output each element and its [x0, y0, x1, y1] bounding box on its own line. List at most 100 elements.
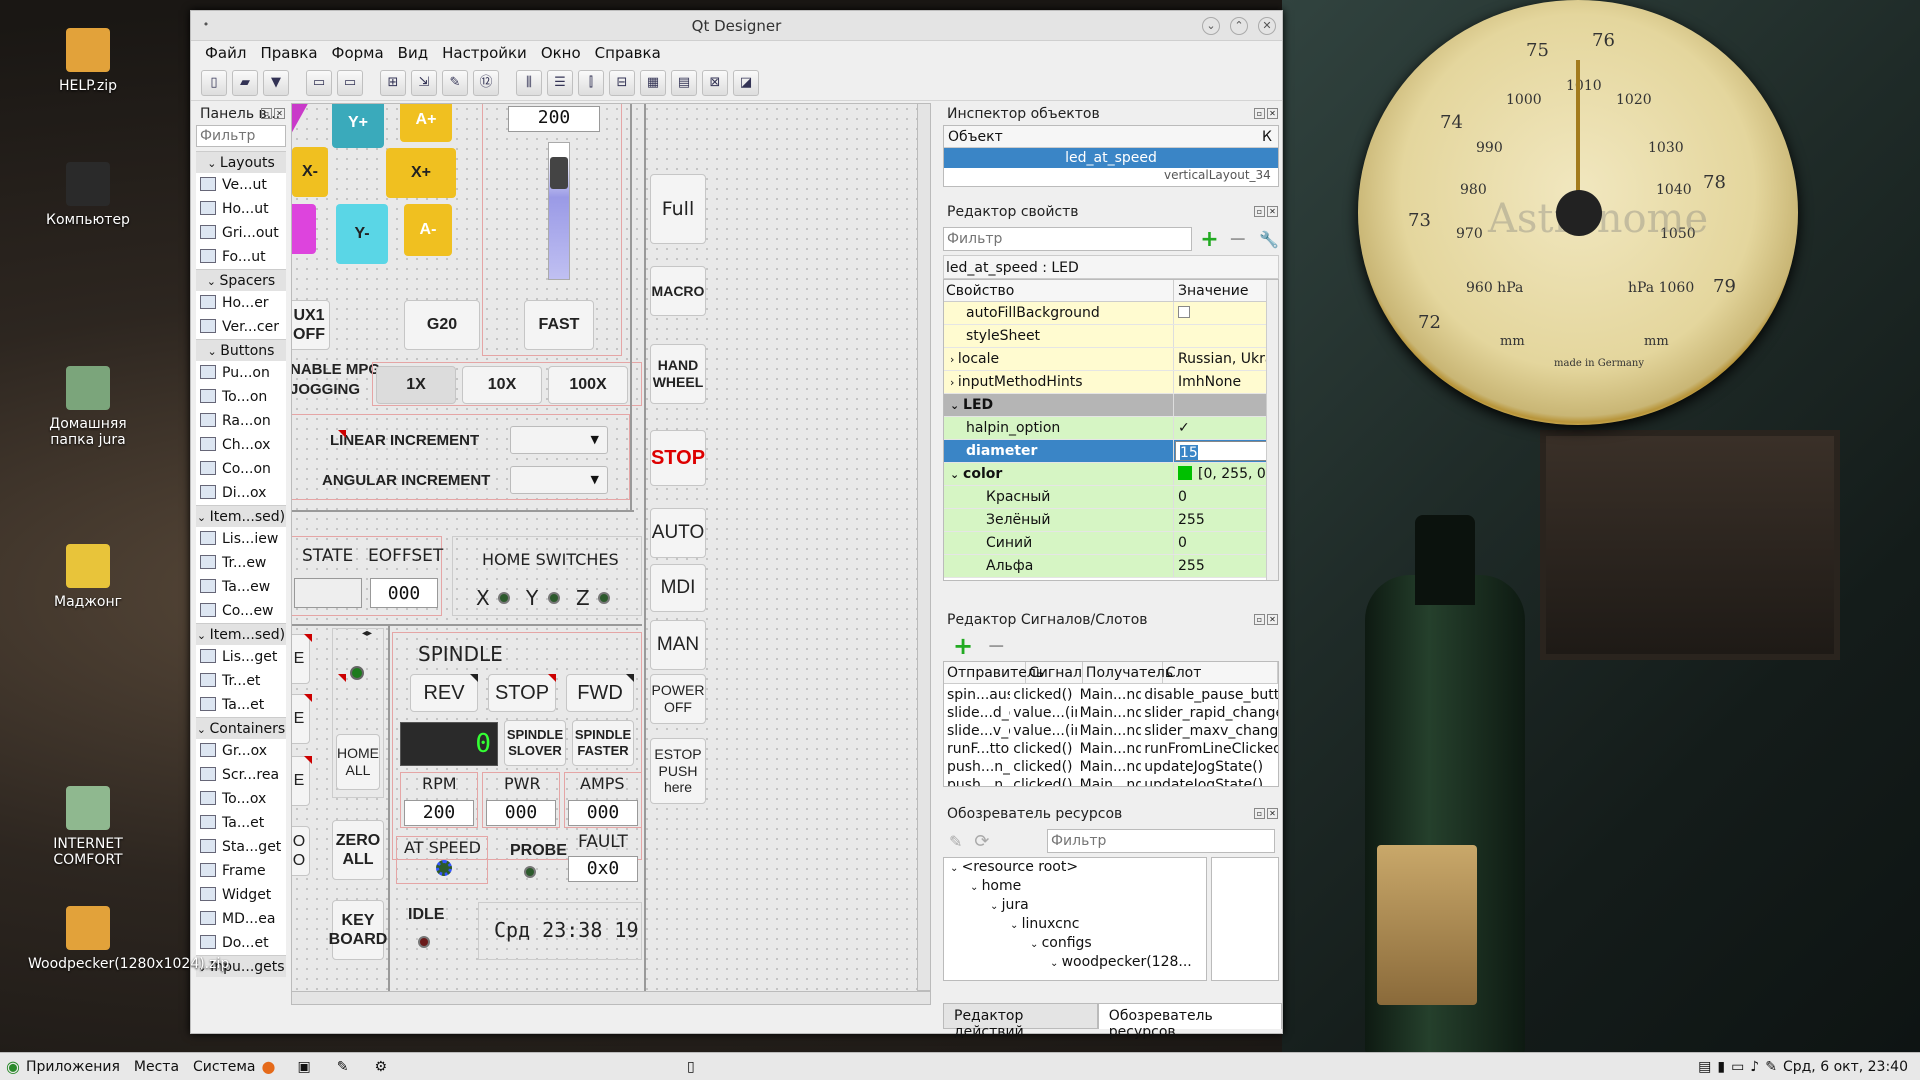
widget-category[interactable]: ⌄ Item...sed)	[196, 505, 286, 527]
speed-slider[interactable]	[548, 142, 570, 280]
signal-col-header[interactable]: Отправитель	[944, 662, 1044, 683]
form-right-button[interactable]: MAN	[650, 620, 706, 670]
menu-item[interactable]: Справка	[595, 44, 661, 62]
widget-filter-input[interactable]	[196, 125, 286, 147]
property-row[interactable]: autoFillBackground	[944, 302, 1278, 325]
title-bar[interactable]: Qt Designer • ⌄ ⌃ ✕	[191, 11, 1282, 41]
resource-tree[interactable]: ⌄ <resource root> ⌄ home ⌄ jura ⌄ linuxcnc ⌄…	[943, 857, 1207, 981]
jog-y-minus-button[interactable]: Y-	[336, 204, 388, 264]
widget-item[interactable]: MD...ea	[196, 907, 286, 931]
widget-item[interactable]: Lis...iew	[196, 527, 286, 551]
widget-item[interactable]: Scr...rea	[196, 763, 286, 787]
widget-item[interactable]: Ta...et	[196, 811, 286, 835]
widget-item[interactable]: To...ox	[196, 787, 286, 811]
layout-horizontal-icon[interactable]: ⫼	[516, 69, 542, 96]
layout-vertical-icon[interactable]: ☰	[547, 69, 573, 96]
widget-item[interactable]: Tr...et	[196, 669, 286, 693]
dock-close-icon[interactable]: ✕	[274, 108, 285, 119]
form-right-button[interactable]: AUTO	[650, 508, 706, 558]
break-layout-icon[interactable]: ⊠	[702, 69, 728, 96]
widget-item[interactable]: Ch...ox	[196, 433, 286, 457]
property-row[interactable]: Альфа 255	[944, 555, 1278, 578]
property-filter-input[interactable]	[943, 227, 1193, 251]
text-editor-icon[interactable]: ✎	[337, 1059, 349, 1075]
keyboard-layout-icon[interactable]: ▤	[1698, 1059, 1711, 1075]
remove-connection-icon[interactable]: −	[987, 634, 1005, 659]
desktop-icon[interactable]: HELP.zip	[28, 28, 148, 94]
linear-increment-combo[interactable]: ▼	[510, 426, 608, 454]
aux1-off-button[interactable]: UX1 OFF	[292, 300, 330, 350]
expand-arrow-icon[interactable]: ›	[950, 353, 958, 366]
left-small-button-4[interactable]: O O	[292, 826, 310, 876]
desktop-icon[interactable]: Домашняя папка jura	[28, 366, 148, 448]
form-right-button[interactable]: MACRO	[650, 266, 706, 316]
zero-all-button[interactable]: ZERO ALL	[332, 820, 384, 880]
bring-front-icon[interactable]: ▭	[337, 69, 363, 96]
form-right-button[interactable]: ESTOP PUSH here	[650, 738, 706, 804]
jog-button-partial[interactable]	[292, 104, 310, 134]
dock-close-icon[interactable]: ✕	[1267, 108, 1278, 119]
resource-tree-item[interactable]: ⌄ linuxcnc	[944, 915, 1206, 934]
widget-item[interactable]: Pu...on	[196, 361, 286, 385]
widget-item[interactable]: Ve...ut	[196, 173, 286, 197]
menu-item[interactable]: Настройки	[442, 44, 527, 62]
object-tree[interactable]: Объект К led_at_speed verticalLayout_34	[943, 125, 1279, 187]
widget-item[interactable]: Sta...get	[196, 835, 286, 859]
widget-item[interactable]: Co...on	[196, 457, 286, 481]
save-file-icon[interactable]: ▼	[263, 69, 289, 96]
angular-increment-combo[interactable]: ▼	[510, 466, 608, 494]
widget-item[interactable]: Ta...ew	[196, 575, 286, 599]
widget-item[interactable]: Tr...ew	[196, 551, 286, 575]
object-row-next[interactable]: verticalLayout_34	[944, 168, 1278, 182]
layout-h-splitter-icon[interactable]: ⫿	[578, 69, 604, 96]
signal-row[interactable]: spin...auseclicked() Main...ndowdisable_p…	[944, 686, 1278, 704]
widget-item[interactable]: Ver...cer	[196, 315, 286, 339]
property-value[interactable]: 15	[1180, 445, 1198, 460]
widget-item[interactable]: Do...et	[196, 931, 286, 955]
property-row[interactable]: Зелёный 255	[944, 509, 1278, 532]
widget-category[interactable]: ⌄ Containers	[196, 717, 286, 739]
widget-item[interactable]: Gr...ox	[196, 739, 286, 763]
spindle-stop-button[interactable]: STOP	[488, 674, 556, 712]
widget-item[interactable]: Fo...ut	[196, 245, 286, 269]
add-connection-icon[interactable]: +	[953, 632, 973, 660]
desktop-icon[interactable]: Компьютер	[28, 162, 148, 228]
network-icon[interactable]: ▭	[1731, 1059, 1744, 1075]
firefox-icon[interactable]: ●	[262, 1057, 276, 1076]
expand-arrow-icon[interactable]: ⌄	[950, 399, 963, 412]
form-right-button[interactable]: STOP	[650, 430, 706, 486]
close-icon[interactable]: ✕	[1258, 17, 1276, 35]
widget-item[interactable]: To...on	[196, 385, 286, 409]
adjust-size-icon[interactable]: ◪	[733, 69, 759, 96]
increment-100x-button[interactable]: 100X	[548, 366, 628, 404]
dock-close-icon[interactable]: ✕	[1267, 206, 1278, 217]
property-row[interactable]: styleSheet	[944, 325, 1278, 348]
expand-arrow-icon[interactable]: ›	[950, 376, 958, 389]
form-right-button[interactable]: Full	[650, 174, 706, 244]
qt-designer-window[interactable]: Qt Designer • ⌄ ⌃ ✕ Файл Правка Форма Вид На…	[190, 10, 1283, 1040]
apps-menu-icon[interactable]: ◉	[6, 1057, 20, 1076]
form-vscrollbar[interactable]	[917, 103, 931, 991]
apps-menu[interactable]: Приложения	[26, 1059, 120, 1075]
property-row[interactable]: Красный 0	[944, 486, 1278, 509]
terminal-icon[interactable]: ▣	[297, 1059, 310, 1075]
dock-close-icon[interactable]: ✕	[1267, 614, 1278, 625]
property-row[interactable]: › inputMethodHints ImhNone	[944, 371, 1278, 394]
desktop-icon[interactable]: Маджонг	[28, 544, 148, 610]
jog-a-minus-button[interactable]: A-	[404, 204, 452, 256]
edit-buddies-icon[interactable]: ✎	[442, 69, 468, 96]
dock-float-icon[interactable]: ▫	[1254, 108, 1265, 119]
jog-a-plus-button[interactable]: A+	[400, 104, 452, 142]
maximize-icon[interactable]: ⌃	[1230, 17, 1248, 35]
widget-category[interactable]: ⌄ Spacers	[196, 269, 286, 291]
widget-item[interactable]: Frame	[196, 859, 286, 883]
widget-item[interactable]: Lis...get	[196, 645, 286, 669]
widget-item[interactable]: Widget	[196, 883, 286, 907]
property-scrollbar[interactable]	[1266, 280, 1278, 580]
minimize-icon[interactable]: ⌄	[1202, 17, 1220, 35]
dock-float-icon[interactable]: ▫	[1254, 808, 1265, 819]
desktop-icon[interactable]: INTERNET COMFORT	[28, 786, 148, 868]
checkbox-empty-icon[interactable]	[1178, 306, 1190, 318]
widget-list[interactable]: ⌄ Layouts Ve...ut Ho...ut Gri...out Fo...ut ⌄…	[196, 151, 286, 1001]
keyboard-button[interactable]: KEY BOARD	[329, 900, 387, 960]
